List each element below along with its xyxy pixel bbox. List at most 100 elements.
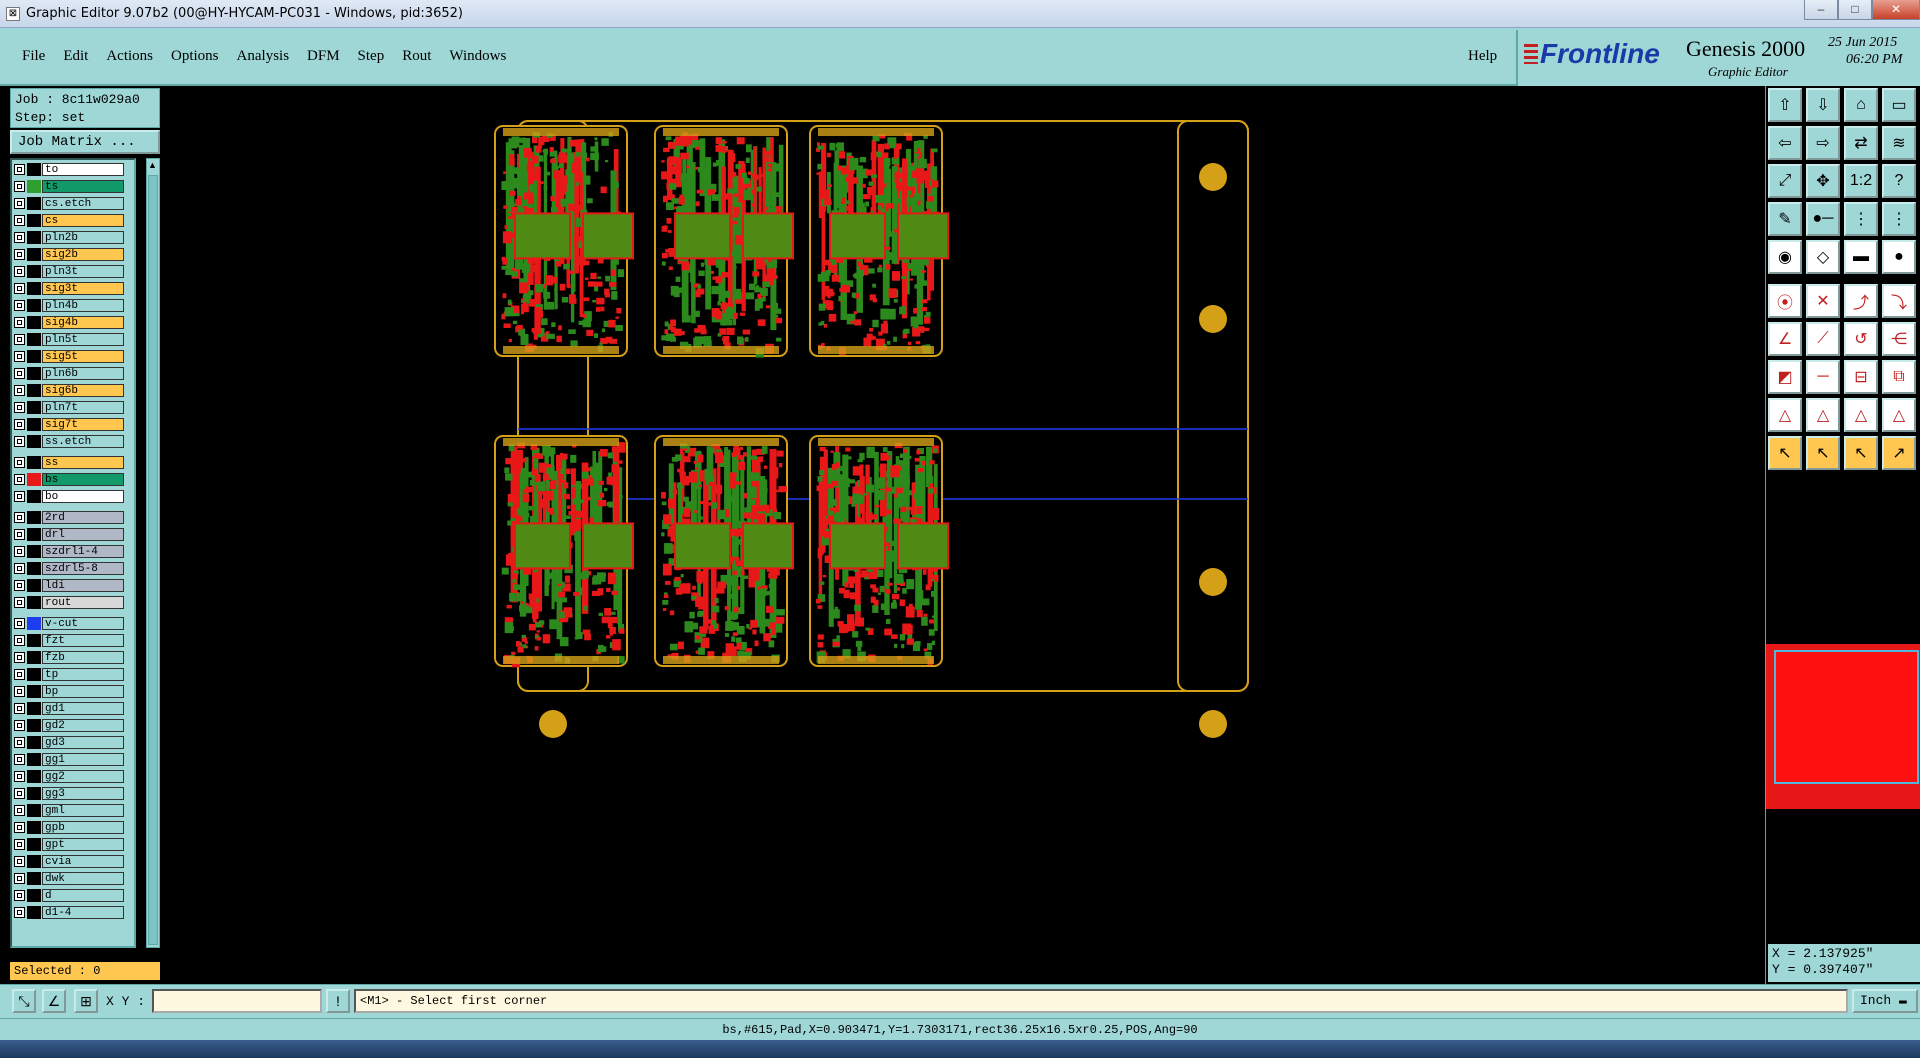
layer-checkbox[interactable] bbox=[14, 702, 25, 714]
layer-name[interactable]: d1-4 bbox=[42, 905, 124, 919]
close-icon[interactable]: ✕ bbox=[1872, 0, 1920, 20]
layer-checkbox[interactable] bbox=[14, 197, 25, 209]
tri-b-icon[interactable]: △ bbox=[1806, 398, 1840, 432]
split-icon[interactable]: ⋲ bbox=[1882, 322, 1916, 356]
layer-checkbox[interactable] bbox=[14, 180, 25, 192]
layer-row[interactable]: gg3 bbox=[14, 786, 124, 800]
layer-color-swatch[interactable] bbox=[27, 434, 41, 448]
open-icon[interactable]: ⇧ bbox=[1768, 88, 1802, 122]
layer-color-swatch[interactable] bbox=[27, 230, 41, 244]
box-icon[interactable]: ⊟ bbox=[1844, 360, 1878, 394]
layer-checkbox[interactable] bbox=[14, 418, 25, 430]
layer-row[interactable]: sig4b bbox=[14, 315, 124, 329]
layer-row[interactable]: sig7t bbox=[14, 417, 124, 431]
layer-color-swatch[interactable] bbox=[27, 871, 41, 885]
layer-checkbox[interactable] bbox=[14, 265, 25, 277]
menu-step[interactable]: Step bbox=[358, 48, 385, 65]
menu-analysis[interactable]: Analysis bbox=[237, 48, 290, 65]
layer-checkbox[interactable] bbox=[14, 435, 25, 447]
layer-checkbox[interactable] bbox=[14, 456, 25, 468]
layer-checkbox[interactable] bbox=[14, 562, 25, 574]
layer-row[interactable]: cs bbox=[14, 213, 124, 227]
measure-icon[interactable]: ∠ bbox=[42, 989, 66, 1013]
home-icon[interactable]: ⌂ bbox=[1844, 88, 1878, 122]
graphic-canvas[interactable] bbox=[163, 86, 1765, 984]
pcb-panel-view[interactable] bbox=[163, 86, 1765, 984]
cross-icon[interactable]: ✕ bbox=[1806, 284, 1840, 318]
layer-checkbox[interactable] bbox=[14, 804, 25, 816]
layer-checkbox[interactable] bbox=[14, 350, 25, 362]
layer-name[interactable]: pln5t bbox=[42, 332, 124, 346]
layer-color-swatch[interactable] bbox=[27, 455, 41, 469]
layer-name[interactable]: dwk bbox=[42, 871, 124, 885]
layer-name[interactable]: gpt bbox=[42, 837, 124, 851]
layer-name[interactable]: gg2 bbox=[42, 769, 124, 783]
arc-down-icon[interactable]: ⤵ bbox=[1882, 284, 1916, 318]
hline-icon[interactable]: ─ bbox=[1806, 360, 1840, 394]
layer-color-swatch[interactable] bbox=[27, 544, 41, 558]
layer-row[interactable]: pln6b bbox=[14, 366, 124, 380]
pan-icon[interactable]: ✥ bbox=[1806, 164, 1840, 198]
rect-pad-icon[interactable]: ▬ bbox=[1844, 240, 1878, 274]
shape-a-icon[interactable]: ◩ bbox=[1768, 360, 1802, 394]
layer-color-swatch[interactable] bbox=[27, 264, 41, 278]
layer-checkbox[interactable] bbox=[14, 299, 25, 311]
layer-row[interactable]: gg2 bbox=[14, 769, 124, 783]
layer-color-swatch[interactable] bbox=[27, 752, 41, 766]
layer-name[interactable]: bo bbox=[42, 489, 124, 503]
layer-color-swatch[interactable] bbox=[27, 383, 41, 397]
menu-windows[interactable]: Windows bbox=[449, 48, 506, 65]
layer-color-swatch[interactable] bbox=[27, 888, 41, 902]
layer-row[interactable]: pln4b bbox=[14, 298, 124, 312]
layer-checkbox[interactable] bbox=[14, 545, 25, 557]
layer-checkbox[interactable] bbox=[14, 511, 25, 523]
layer-color-swatch[interactable] bbox=[27, 349, 41, 363]
layer-row[interactable]: 2rd bbox=[14, 510, 124, 524]
layer-name[interactable]: ts bbox=[42, 179, 124, 193]
layer-color-swatch[interactable] bbox=[27, 735, 41, 749]
layer-row[interactable]: drl bbox=[14, 527, 124, 541]
layer-row[interactable]: sig6b bbox=[14, 383, 124, 397]
layer-name[interactable]: sig7t bbox=[42, 417, 124, 431]
layer-row[interactable]: bp bbox=[14, 684, 124, 698]
layer-name[interactable]: to bbox=[42, 162, 124, 176]
layer-color-swatch[interactable] bbox=[27, 616, 41, 630]
layer-row[interactable]: sig3t bbox=[14, 281, 124, 295]
tri-a-icon[interactable]: △ bbox=[1768, 398, 1802, 432]
slant-icon[interactable]: ⟋ bbox=[1806, 322, 1840, 356]
layer-checkbox[interactable] bbox=[14, 872, 25, 884]
layer-checkbox[interactable] bbox=[14, 855, 25, 867]
layer-name[interactable]: gg1 bbox=[42, 752, 124, 766]
menu-options[interactable]: Options bbox=[171, 48, 219, 65]
layer-row[interactable]: ss.etch bbox=[14, 434, 124, 448]
layer-name[interactable]: ldi bbox=[42, 578, 124, 592]
layer-row[interactable]: bo bbox=[14, 489, 124, 503]
layer-color-swatch[interactable] bbox=[27, 667, 41, 681]
select-c-icon[interactable]: ↖ bbox=[1844, 436, 1878, 470]
layer-row[interactable]: pln2b bbox=[14, 230, 124, 244]
layer-row[interactable]: sig5t bbox=[14, 349, 124, 363]
layer-name[interactable]: 2rd bbox=[42, 510, 124, 524]
layer-color-swatch[interactable] bbox=[27, 281, 41, 295]
layer-checkbox[interactable] bbox=[14, 384, 25, 396]
layer-name[interactable]: fzb bbox=[42, 650, 124, 664]
layer-row[interactable]: gg1 bbox=[14, 752, 124, 766]
layer-row[interactable]: ldi bbox=[14, 578, 124, 592]
layer-name[interactable]: sig3t bbox=[42, 281, 124, 295]
fit-icon[interactable]: ⤢ bbox=[1768, 164, 1802, 198]
help-icon[interactable]: ? bbox=[1882, 164, 1916, 198]
layer-name[interactable]: d bbox=[42, 888, 124, 902]
layer-row[interactable]: d bbox=[14, 888, 124, 902]
layer-name[interactable]: cs bbox=[42, 213, 124, 227]
layer-checkbox[interactable] bbox=[14, 367, 25, 379]
layer-name[interactable]: ss bbox=[42, 455, 124, 469]
tri-d-icon[interactable]: △ bbox=[1882, 398, 1916, 432]
layer-row[interactable]: to bbox=[14, 162, 124, 176]
layer-checkbox[interactable] bbox=[14, 333, 25, 345]
layer-row[interactable]: pln7t bbox=[14, 400, 124, 414]
line-icon[interactable]: ●─ bbox=[1806, 202, 1840, 236]
layers-icon[interactable]: ≋ bbox=[1882, 126, 1916, 160]
layer-checkbox[interactable] bbox=[14, 579, 25, 591]
layer-row[interactable]: cs.etch bbox=[14, 196, 124, 210]
layer-color-swatch[interactable] bbox=[27, 718, 41, 732]
